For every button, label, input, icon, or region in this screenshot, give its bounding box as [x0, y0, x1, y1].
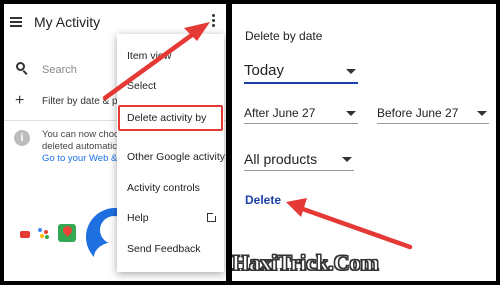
info-line-1: You can now choo [42, 129, 120, 140]
menu-item-item-view[interactable]: Item view [117, 42, 224, 70]
overflow-menu: Item view Select Delete activity by Othe… [117, 34, 225, 272]
dropdown-arrow-icon [346, 69, 356, 74]
dropdown-arrow-icon [346, 111, 356, 116]
screenshot-frame: My Activity Search + Filter by date & pr… [0, 0, 500, 285]
search-bar[interactable]: Search [10, 56, 130, 84]
google-assistant-icon [38, 228, 50, 240]
app-title: My Activity [34, 14, 101, 30]
delete-button[interactable]: Delete [245, 193, 281, 207]
delete-dialog: Delete by date Today After June 27 Befor… [232, 4, 496, 281]
date-range-value: Today [244, 62, 285, 79]
dropdown-arrow-icon [342, 157, 352, 162]
products-value: All products [244, 151, 318, 167]
search-icon [16, 62, 28, 75]
menu-item-send-feedback[interactable]: Send Feedback [117, 235, 224, 263]
watermark-text: HaxiTrick.Com [232, 250, 379, 276]
more-options-icon[interactable] [212, 14, 216, 28]
dropdown-arrow-icon [477, 111, 487, 116]
menu-item-delete-activity-by[interactable]: Delete activity by [117, 104, 224, 132]
info-link[interactable]: Go to your Web & [42, 153, 122, 165]
products-dropdown[interactable]: All products [244, 149, 354, 171]
date-range-dropdown[interactable]: Today [244, 60, 358, 84]
open-in-new-icon [207, 211, 218, 222]
google-apps-illustration [14, 204, 144, 272]
before-date-value: Before June 27 [377, 106, 459, 120]
menu-item-other-google-activity[interactable]: Other Google activity [117, 143, 225, 171]
dialog-heading: Delete by date [245, 29, 323, 43]
menu-item-select[interactable]: Select [117, 72, 224, 100]
youtube-icon [20, 231, 30, 238]
menu-item-help[interactable]: Help [117, 204, 224, 232]
plus-icon: + [15, 92, 25, 109]
google-maps-icon [58, 224, 76, 242]
info-line-2: deleted automatic [42, 141, 117, 152]
after-date-dropdown[interactable]: After June 27 [244, 104, 358, 124]
after-date-value: After June 27 [244, 106, 316, 120]
my-activity-panel: My Activity Search + Filter by date & pr… [4, 4, 226, 281]
search-placeholder: Search [42, 64, 77, 76]
hamburger-menu-icon[interactable] [10, 17, 22, 27]
filter-button[interactable]: + Filter by date & prod [10, 92, 132, 116]
info-message: You can now choo deleted automatic Go to… [42, 129, 122, 165]
info-icon: i [14, 130, 30, 146]
before-date-dropdown[interactable]: Before June 27 [377, 104, 489, 124]
menu-item-activity-controls[interactable]: Activity controls [117, 174, 224, 202]
